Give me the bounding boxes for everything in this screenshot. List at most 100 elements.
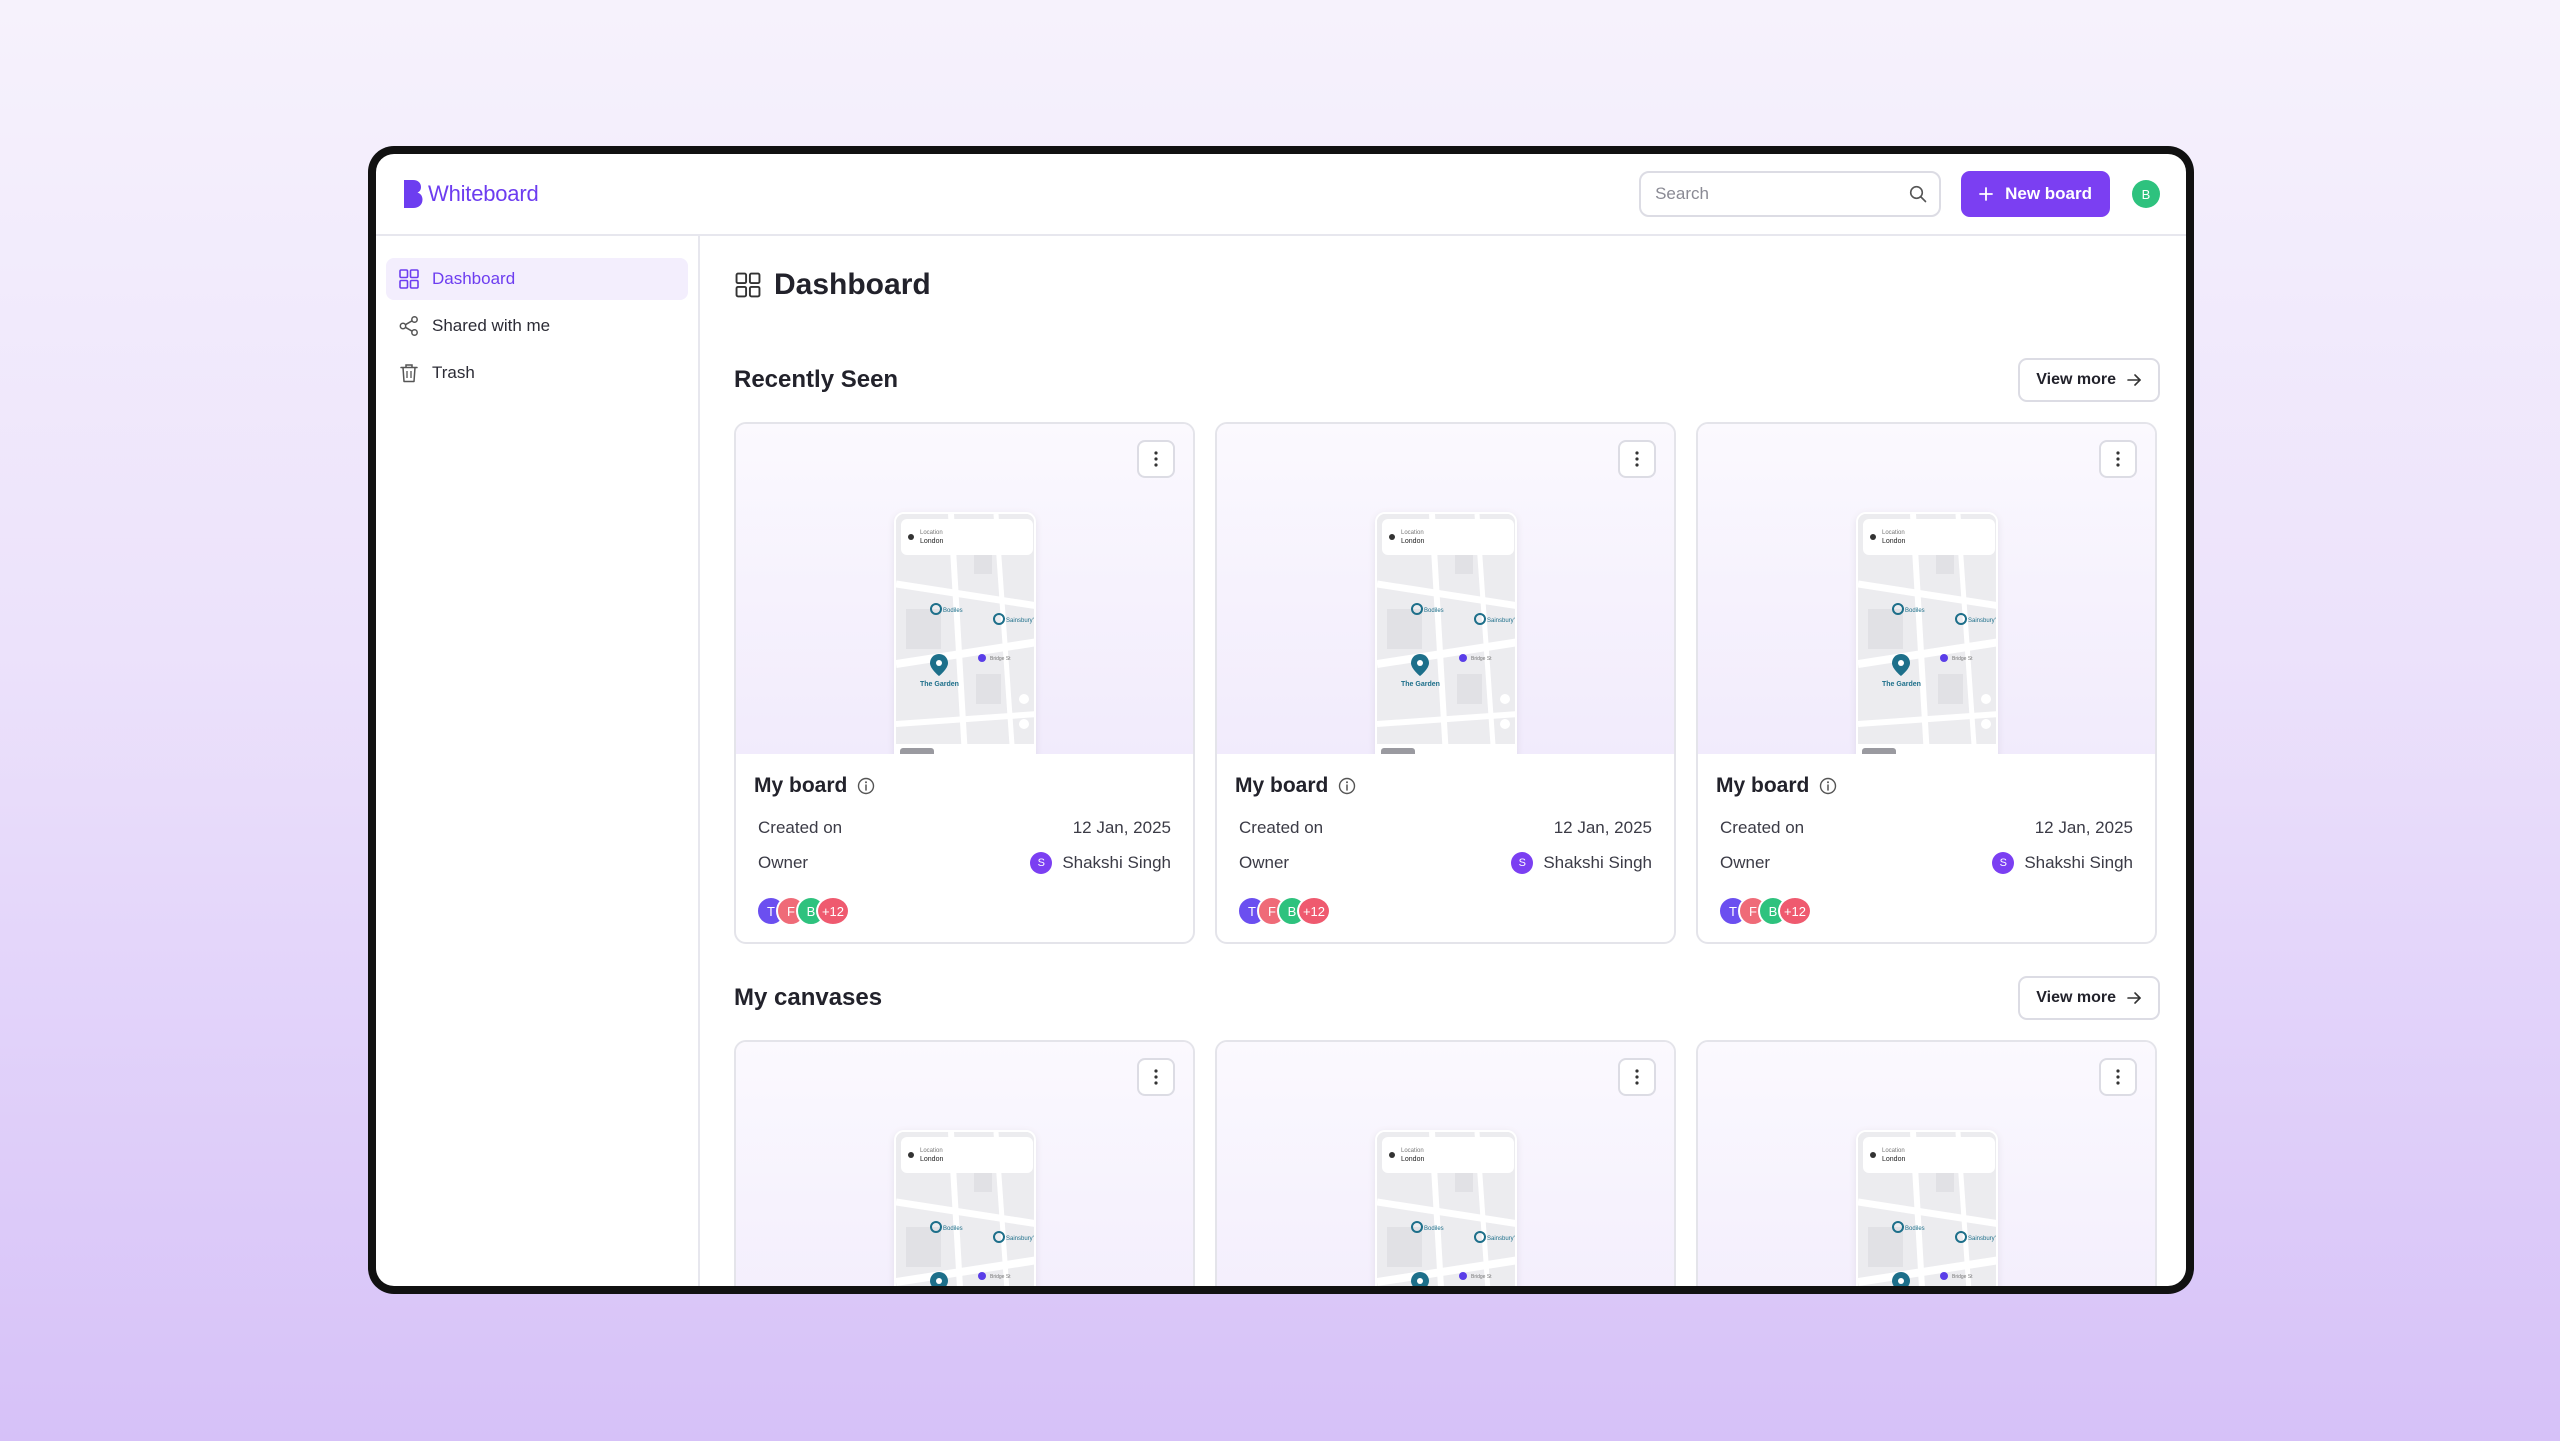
section-header-recent: Recently Seen View more	[734, 358, 2160, 402]
board-card[interactable]: Location London Bodiles Sainsbury's The …	[1696, 422, 2157, 944]
more-options-button[interactable]	[1618, 440, 1656, 478]
board-title: My board	[754, 774, 848, 797]
more-vertical-icon	[1635, 451, 1639, 467]
map-preview: Location London Bodiles Sainsbury's The …	[893, 1130, 1036, 1286]
view-more-button[interactable]: View more	[2018, 358, 2160, 402]
new-board-button[interactable]: New board	[1961, 171, 2110, 217]
svg-text:Bodiles: Bodiles	[943, 608, 963, 614]
svg-text:Bodiles: Bodiles	[1424, 608, 1444, 614]
more-options-button[interactable]	[1618, 1058, 1656, 1096]
created-row: Created on 12 Jan, 2025	[1235, 818, 1652, 838]
created-row: Created on 12 Jan, 2025	[1716, 818, 2133, 838]
sidebar-item-label: Shared with me	[432, 316, 551, 335]
top-bar: Whiteboard New board B	[376, 154, 2186, 236]
svg-text:Sainsbury's: Sainsbury's	[1968, 618, 1998, 624]
more-vertical-icon	[1154, 1069, 1158, 1085]
owner-avatar: S	[1030, 852, 1053, 874]
board-card[interactable]: Location London Bodiles Sainsbury's The …	[1215, 422, 1676, 944]
svg-text:The Garden: The Garden	[1882, 681, 1921, 688]
map-illustration: Location London Bodiles Sainsbury's The …	[895, 1132, 1034, 1286]
user-avatar[interactable]: B	[2132, 180, 2160, 208]
sidebar-item-shared[interactable]: Shared with me	[386, 305, 688, 347]
owner-row: Owner S Shakshi Singh	[1716, 852, 2133, 874]
collaborator-avatars: TFB +12	[1716, 896, 2133, 926]
search-box[interactable]	[1639, 171, 1942, 217]
svg-text:Bridge St: Bridge St	[1952, 1274, 1973, 1280]
collaborator-avatars: TFB +12	[1235, 896, 1652, 926]
share-icon	[399, 316, 418, 336]
board-thumbnail: Location London Bodiles Sainsbury's The …	[1698, 1042, 2155, 1286]
board-title: My board	[1235, 774, 1329, 797]
svg-text:Sainsbury's: Sainsbury's	[1487, 1236, 1517, 1242]
map-illustration: Location London Bodiles Sainsbury's The …	[1376, 1132, 1517, 1286]
svg-text:Bodiles: Bodiles	[1905, 608, 1925, 614]
board-thumbnail: Location London Bodiles Sainsbury's The …	[1217, 1042, 1674, 1286]
svg-text:Location: Location	[1882, 1148, 1905, 1154]
arrow-right-icon	[2127, 992, 2141, 1004]
owner-name: Shakshi Singh	[2024, 853, 2133, 872]
map-illustration: Location London Bodiles Sainsbury's The …	[1376, 514, 1517, 754]
svg-text:Location: Location	[1882, 530, 1905, 536]
owner-avatar: S	[1992, 852, 2015, 874]
info-icon[interactable]	[1338, 777, 1356, 795]
card-title: My board	[1716, 774, 2133, 798]
map-preview: Location London Bodiles Sainsbury's The …	[893, 512, 1036, 754]
sidebar-item-trash[interactable]: Trash	[386, 352, 688, 394]
canvas-card[interactable]: Location London Bodiles Sainsbury's The …	[1696, 1040, 2157, 1286]
card-details: My board Created on 12 Jan, 2025 Owner S…	[1698, 754, 2155, 942]
created-label: Created on	[1239, 818, 1324, 837]
owner: S Shakshi Singh	[1511, 852, 1652, 874]
map-preview: Location London Bodiles Sainsbury's The …	[1374, 1130, 1517, 1286]
view-more-button[interactable]: View more	[2018, 976, 2160, 1020]
sidebar: Dashboard Shared with me Trash	[376, 236, 700, 1286]
board-thumbnail: Location London Bodiles Sainsbury's The …	[736, 424, 1193, 754]
svg-text:Bodiles: Bodiles	[1905, 1226, 1925, 1232]
svg-text:Sainsbury's: Sainsbury's	[1487, 618, 1517, 624]
board-card[interactable]: Location London Bodiles Sainsbury's The …	[734, 422, 1195, 944]
recent-boards-grid: Location London Bodiles Sainsbury's The …	[734, 422, 2160, 944]
section-header-canvases: My canvases View more	[734, 976, 2160, 1020]
collaborators-more-badge[interactable]: +12	[1778, 896, 1812, 926]
collaborators-more-badge[interactable]: +12	[1297, 896, 1331, 926]
info-icon[interactable]	[857, 777, 875, 795]
svg-text:London: London	[1401, 538, 1424, 545]
svg-text:Bridge St: Bridge St	[1471, 656, 1492, 662]
map-preview: Location London Bodiles Sainsbury's The …	[1855, 512, 1998, 754]
more-vertical-icon	[1154, 451, 1158, 467]
board-thumbnail: Location London Bodiles Sainsbury's The …	[736, 1042, 1193, 1286]
svg-text:Sainsbury's: Sainsbury's	[1968, 1236, 1998, 1242]
app-logo[interactable]: Whiteboard	[402, 179, 539, 209]
search-input[interactable]	[1655, 184, 1910, 204]
board-title: My board	[1716, 774, 1810, 797]
created-date: 12 Jan, 2025	[2034, 818, 2133, 837]
new-board-label: New board	[2005, 184, 2092, 203]
owner-row: Owner S Shakshi Singh	[754, 852, 1171, 874]
owner-avatar: S	[1511, 852, 1534, 874]
more-options-button[interactable]	[1137, 1058, 1175, 1096]
more-options-button[interactable]	[2099, 1058, 2137, 1096]
svg-text:London: London	[1882, 538, 1905, 545]
page-title: Dashboard	[734, 268, 2160, 302]
svg-text:London: London	[920, 538, 943, 545]
collaborators-more-badge[interactable]: +12	[816, 896, 850, 926]
owner-label: Owner	[1720, 853, 1771, 872]
section-title: My canvases	[734, 984, 883, 1011]
svg-text:Bridge St: Bridge St	[1471, 1274, 1492, 1280]
svg-text:Location: Location	[1401, 530, 1424, 536]
owner-name: Shakshi Singh	[1062, 853, 1171, 872]
collaborator-avatars: TFB +12	[754, 896, 1171, 926]
canvas-card[interactable]: Location London Bodiles Sainsbury's The …	[1215, 1040, 1676, 1286]
more-vertical-icon	[1635, 1069, 1639, 1085]
sidebar-item-dashboard[interactable]: Dashboard	[386, 258, 688, 300]
owner-label: Owner	[1239, 853, 1290, 872]
map-illustration: Location London Bodiles Sainsbury's The …	[1857, 1132, 1998, 1286]
info-icon[interactable]	[1819, 777, 1837, 795]
more-options-button[interactable]	[1137, 440, 1175, 478]
svg-text:Location: Location	[1401, 1148, 1424, 1154]
board-thumbnail: Location London Bodiles Sainsbury's The …	[1698, 424, 2155, 754]
svg-text:London: London	[920, 1156, 943, 1163]
search-icon	[1909, 185, 1927, 203]
more-options-button[interactable]	[2099, 440, 2137, 478]
arrow-right-icon	[2127, 374, 2141, 386]
canvas-card[interactable]: Location London Bodiles Sainsbury's The …	[734, 1040, 1195, 1286]
